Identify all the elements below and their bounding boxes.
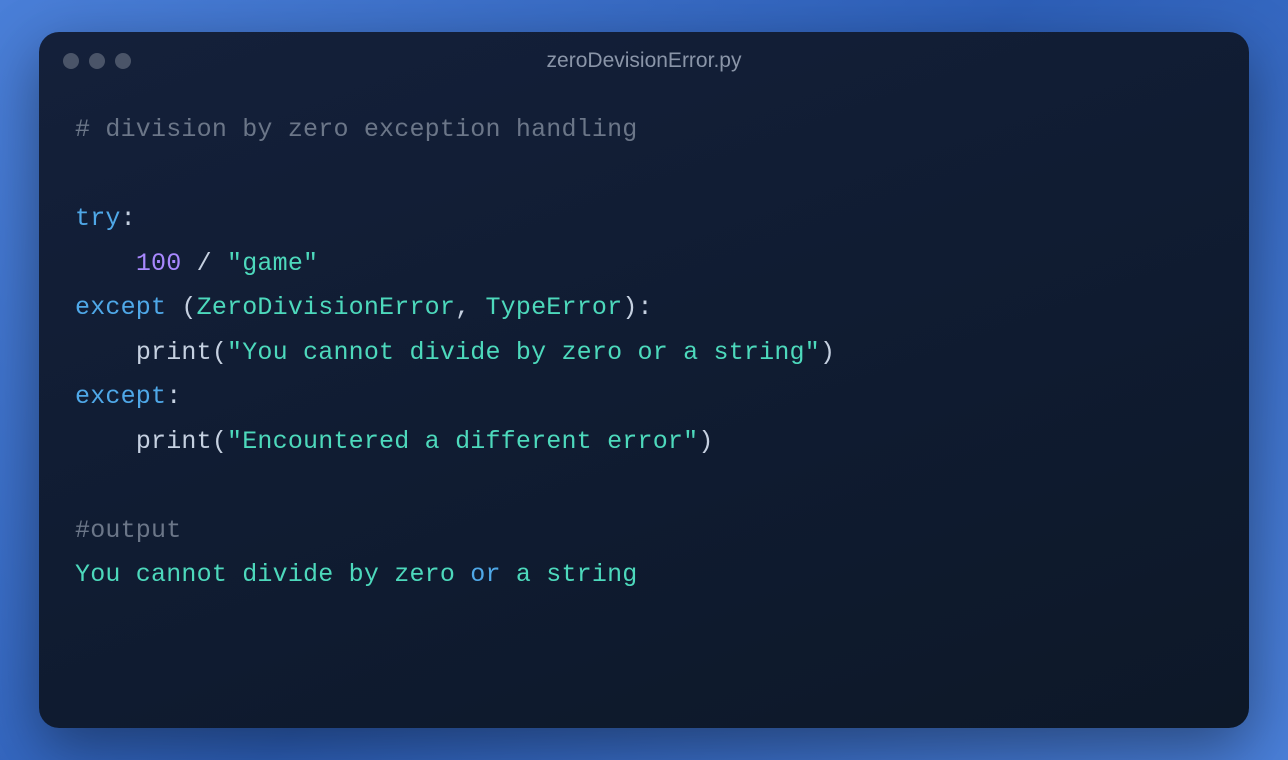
punct-lparen: ( <box>212 427 227 456</box>
keyword-except: except <box>75 382 166 411</box>
code-editor[interactable]: # division by zero exception handling tr… <box>39 90 1249 728</box>
file-title: zeroDevisionError.py <box>39 49 1249 73</box>
punct-comma: , <box>455 293 485 322</box>
punct-rparen: ) <box>698 427 713 456</box>
string-literal: "Encountered a different error" <box>227 427 698 456</box>
maximize-icon[interactable] <box>115 53 131 69</box>
indent <box>75 338 136 367</box>
code-comment: #output <box>75 516 181 545</box>
titlebar: zeroDevisionError.py <box>39 32 1249 90</box>
punct-colon: : <box>638 293 653 322</box>
operator-div: / <box>181 249 227 278</box>
close-icon[interactable] <box>63 53 79 69</box>
punct-colon: : <box>121 204 136 233</box>
punct-rparen: ) <box>820 338 835 367</box>
func-print: print <box>136 427 212 456</box>
keyword-except: except <box>75 293 166 322</box>
window-controls <box>63 53 131 69</box>
keyword-try: try <box>75 204 121 233</box>
output-text: You cannot divide by zero <box>75 560 470 589</box>
string-literal: "game" <box>227 249 318 278</box>
minimize-icon[interactable] <box>89 53 105 69</box>
keyword-or: or <box>470 560 500 589</box>
output-text: a string <box>501 560 638 589</box>
code-comment: # division by zero exception handling <box>75 115 638 144</box>
indent <box>75 249 136 278</box>
space <box>166 293 181 322</box>
punct-colon: : <box>166 382 181 411</box>
class-zerodivisionerror: ZeroDivisionError <box>197 293 455 322</box>
class-typeerror: TypeError <box>485 293 622 322</box>
punct-lparen: ( <box>212 338 227 367</box>
string-literal: "You cannot divide by zero or a string" <box>227 338 820 367</box>
editor-window: zeroDevisionError.py # division by zero … <box>39 32 1249 728</box>
punct-rparen: ) <box>622 293 637 322</box>
punct-lparen: ( <box>181 293 196 322</box>
func-print: print <box>136 338 212 367</box>
number-literal: 100 <box>136 249 182 278</box>
indent <box>75 427 136 456</box>
